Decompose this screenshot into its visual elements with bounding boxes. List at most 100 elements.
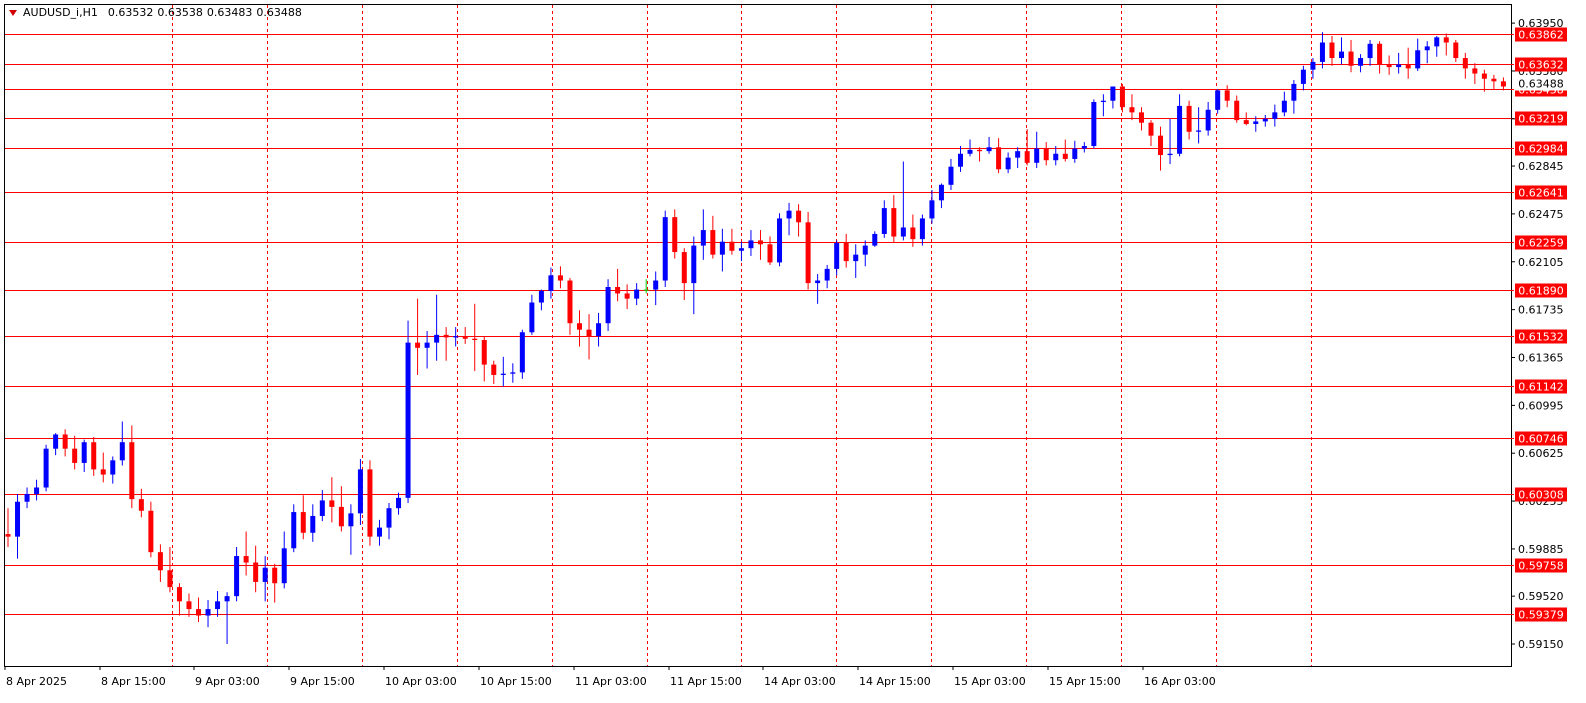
- candle-body: [834, 243, 840, 269]
- candle-body: [729, 241, 735, 251]
- candle-body: [1043, 148, 1049, 161]
- x-tick-label: 10 Apr 15:00: [480, 675, 552, 688]
- y-tick-label: 0.60995: [1518, 399, 1564, 412]
- candle-body: [1148, 122, 1154, 136]
- x-tick-label: 9 Apr 03:00: [195, 675, 260, 688]
- candle-body: [119, 442, 125, 461]
- candle-body: [15, 501, 21, 537]
- candle-body: [405, 342, 411, 498]
- ohlc-open: 0.63532: [107, 6, 154, 19]
- level-tag-label: 0.62259: [1518, 237, 1564, 250]
- candle-body: [872, 233, 878, 246]
- vertical-separators: [172, 5, 1312, 666]
- x-tick-label: 14 Apr 03:00: [764, 675, 836, 688]
- candle-body: [1053, 153, 1059, 161]
- candle-body: [34, 487, 40, 494]
- y-tick-label: 0.59520: [1518, 590, 1564, 603]
- y-tick-label: 0.62475: [1518, 208, 1564, 221]
- candle-body: [148, 510, 154, 553]
- ohlc-close: 0.63488: [256, 6, 302, 19]
- candle-body: [548, 275, 554, 291]
- candle-body: [958, 153, 963, 167]
- candle-body: [1253, 121, 1259, 125]
- candle-body: [310, 515, 316, 533]
- candle-body: [138, 499, 144, 511]
- y-tick-label: 0.62105: [1518, 256, 1564, 269]
- price-chart[interactable]: 0.639500.635800.632100.628450.624750.621…: [0, 0, 1586, 703]
- level-tag-label: 0.62984: [1518, 143, 1564, 156]
- x-tick-label: 11 Apr 03:00: [575, 675, 647, 688]
- candle-body: [967, 149, 973, 154]
- candle-body: [472, 338, 478, 341]
- candle-body: [91, 442, 97, 470]
- candle-body: [748, 240, 754, 249]
- level-tag-label: 0.63219: [1518, 113, 1564, 126]
- candle-body: [1186, 105, 1192, 132]
- y-tick-label: 0.61735: [1518, 304, 1564, 317]
- ohlc-low: 0.63483: [206, 6, 253, 19]
- candle-body: [1081, 145, 1087, 149]
- candle-body: [224, 596, 230, 602]
- candle-body: [1196, 130, 1202, 132]
- candle-body: [1424, 46, 1430, 51]
- candle-body: [1472, 68, 1478, 74]
- candle-body: [510, 372, 516, 374]
- candle-body: [81, 442, 87, 463]
- candle-body: [900, 227, 906, 237]
- candle-body: [205, 609, 211, 616]
- candle-body: [129, 442, 135, 500]
- candle-body: [1167, 153, 1173, 156]
- candles: [5, 32, 1506, 645]
- candle-body: [1224, 90, 1230, 101]
- candle-body: [567, 280, 573, 324]
- candle-body: [215, 601, 221, 610]
- candle-body: [1300, 69, 1306, 84]
- candle-body: [1339, 51, 1344, 59]
- candle-body: [1386, 64, 1392, 68]
- candle-body: [881, 208, 887, 234]
- candle-body: [738, 248, 744, 251]
- candle-body: [1358, 58, 1364, 66]
- y-tick-label: 0.59150: [1518, 638, 1564, 651]
- candle-body: [1272, 112, 1278, 119]
- candle-body: [757, 240, 763, 245]
- candle-body: [5, 534, 11, 537]
- candle-body: [805, 222, 811, 284]
- chart-window[interactable]: 0.639500.635800.632100.628450.624750.621…: [0, 0, 1586, 703]
- x-tick-label: 8 Apr 15:00: [101, 675, 166, 688]
- candle-body: [367, 469, 373, 537]
- candle-body: [1024, 151, 1030, 163]
- candle-body: [634, 289, 640, 299]
- candle-body: [1405, 64, 1411, 69]
- candle-body: [62, 434, 68, 449]
- level-tag-label: 0.60746: [1518, 433, 1564, 446]
- x-tick-label: 8 Apr 2025: [6, 675, 67, 688]
- candle-body: [167, 570, 173, 588]
- candle-body: [1110, 86, 1116, 101]
- level-tag-label: 0.59758: [1518, 560, 1564, 573]
- candle-body: [1348, 51, 1354, 66]
- candle-body: [348, 513, 354, 527]
- candle-body: [262, 567, 268, 582]
- candle-body: [1491, 78, 1497, 82]
- candle-body: [357, 469, 363, 514]
- chart-menu-triangle-icon[interactable]: [9, 9, 17, 16]
- candle-body: [624, 293, 630, 299]
- candle-body: [500, 373, 506, 375]
- candle-body: [672, 217, 678, 253]
- candle-body: [338, 506, 344, 527]
- candle-body: [700, 230, 706, 246]
- candle-body: [1453, 42, 1459, 59]
- y-tick-label: 0.60625: [1518, 447, 1564, 460]
- candle-body: [786, 210, 792, 219]
- candle-body: [596, 323, 602, 337]
- candle-body: [1281, 100, 1287, 113]
- candle-body: [234, 556, 240, 597]
- candle-body: [43, 448, 49, 488]
- candle-body: [796, 210, 802, 223]
- x-tick-label: 10 Apr 03:00: [385, 675, 457, 688]
- candle-body: [1091, 102, 1097, 146]
- candle-body: [767, 244, 773, 263]
- candle-body: [1119, 86, 1125, 108]
- level-tag-label: 0.59379: [1518, 609, 1564, 622]
